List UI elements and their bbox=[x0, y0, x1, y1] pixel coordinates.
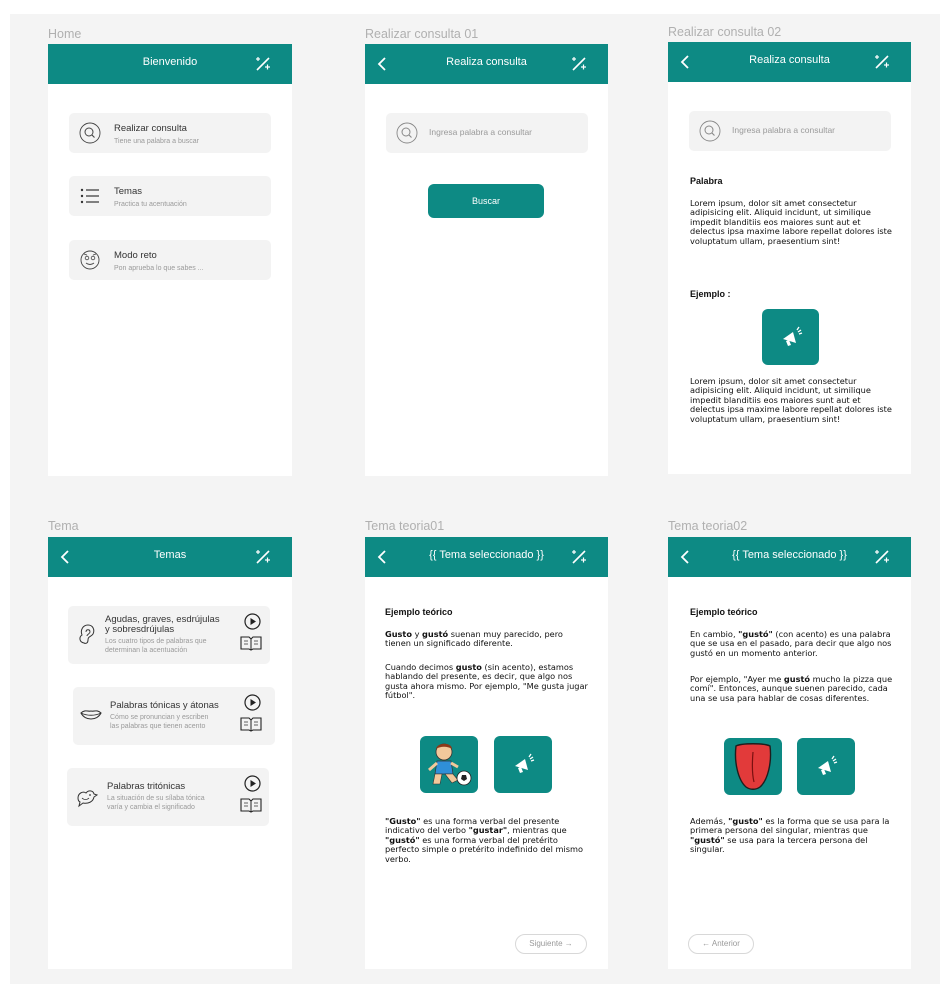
topic-title: Palabras tritónicas bbox=[107, 781, 186, 792]
search-input[interactable]: Ingresa palabra a consultar bbox=[689, 111, 891, 151]
topic-card-tonicas[interactable]: Palabras tónicas y átonas Cómo se pronun… bbox=[73, 687, 275, 745]
book-icon[interactable] bbox=[240, 635, 262, 651]
tema-screen: Temas Agudas, graves, esdrújulas y sobre… bbox=[48, 537, 292, 969]
theory-heading: Ejemplo teórico bbox=[385, 607, 453, 617]
menu-item-subtitle: Practica tu acentuación bbox=[114, 201, 187, 208]
play-icon[interactable] bbox=[244, 694, 261, 711]
audio-button[interactable] bbox=[494, 736, 552, 793]
face-icon bbox=[80, 250, 100, 270]
theory-paragraph: Además, "gusto" es la forma que se usa p… bbox=[690, 816, 890, 855]
menu-item-temas[interactable]: Temas Practica tu acentuación bbox=[69, 176, 271, 216]
example-heading: Ejemplo : bbox=[690, 289, 731, 299]
teoria02-screen: {{ Tema seleccionado }} Ejemplo teórico … bbox=[668, 537, 911, 969]
search-icon bbox=[79, 122, 101, 144]
frame-label-tema: Tema bbox=[48, 519, 79, 533]
menu-item-title: Modo reto bbox=[114, 250, 157, 261]
audio-button[interactable] bbox=[797, 738, 855, 795]
image-box[interactable] bbox=[420, 736, 478, 793]
play-icon[interactable] bbox=[244, 775, 261, 792]
theory-paragraph: Cuando decimos gusto (sin acento), estam… bbox=[385, 662, 588, 701]
topic-subtitle: Cómo se pronuncian y escriben bbox=[110, 714, 209, 721]
topic-title: Palabras tónicas y átonas bbox=[110, 700, 219, 711]
menu-item-reto[interactable]: Modo reto Pon aprueba lo que sabes ... bbox=[69, 240, 271, 280]
image-box[interactable] bbox=[724, 738, 782, 795]
megaphone-icon bbox=[818, 755, 838, 775]
theory-paragraph: En cambio, "gustó" (con acento) es una p… bbox=[690, 629, 892, 658]
frame-label-teoria02: Tema teoria02 bbox=[668, 519, 748, 533]
theory-paragraph: Por ejemplo, "Ayer me gustó mucho la piz… bbox=[690, 674, 893, 703]
magic-wand-icon[interactable] bbox=[570, 56, 588, 72]
magic-wand-icon[interactable] bbox=[570, 549, 588, 565]
magic-wand-icon[interactable] bbox=[873, 549, 891, 565]
word-definition: Lorem ipsum, dolor sit amet consectetur … bbox=[690, 198, 892, 246]
ear-icon bbox=[79, 624, 95, 644]
theory-paragraph: Gusto y gustó suenan muy parecido, pero … bbox=[385, 629, 563, 649]
search-placeholder: Ingresa palabra a consultar bbox=[429, 127, 533, 137]
menu-item-subtitle: Pon aprueba lo que sabes ... bbox=[114, 265, 204, 272]
megaphone-icon bbox=[783, 326, 803, 346]
audio-button[interactable] bbox=[762, 309, 819, 365]
search-icon bbox=[699, 120, 721, 142]
topic-card-agudas[interactable]: Agudas, graves, esdrújulas y sobresdrúju… bbox=[68, 606, 270, 664]
app-bar: Bienvenido bbox=[48, 44, 292, 84]
teoria01-screen: {{ Tema seleccionado }} Ejemplo teórico … bbox=[365, 537, 608, 969]
topic-title-line2: y sobresdrújulas bbox=[105, 624, 175, 635]
book-icon[interactable] bbox=[240, 716, 262, 732]
lips-icon bbox=[80, 710, 102, 720]
topic-subtitle-line2: determinan la acentuación bbox=[105, 647, 188, 654]
topic-subtitle: Los cuatro tipos de palabras que bbox=[105, 638, 207, 645]
previous-label: Anterior bbox=[711, 939, 740, 948]
play-icon[interactable] bbox=[244, 613, 261, 630]
magic-wand-icon[interactable] bbox=[254, 56, 272, 72]
app-bar: Temas bbox=[48, 537, 292, 577]
magic-wand-icon[interactable] bbox=[254, 549, 272, 565]
arrow-right-icon: → bbox=[564, 939, 573, 948]
topic-subtitle-line2: las palabras que tienen acento bbox=[110, 723, 206, 730]
bird-icon bbox=[77, 790, 98, 808]
next-button[interactable]: Siguiente → bbox=[515, 934, 587, 954]
menu-item-title: Temas bbox=[114, 186, 142, 197]
app-bar: Realiza consulta bbox=[365, 44, 608, 84]
menu-item-title: Realizar consulta bbox=[114, 123, 187, 134]
tongue-icon bbox=[734, 743, 772, 790]
topic-card-tritonicas[interactable]: Palabras tritónicas La situación de su s… bbox=[67, 768, 269, 826]
topic-subtitle: La situación de su sílaba tónica bbox=[107, 795, 205, 802]
soccer-player-icon bbox=[428, 743, 472, 786]
frame-label-consulta02: Realizar consulta 02 bbox=[668, 25, 782, 39]
word-heading: Palabra bbox=[690, 176, 723, 186]
frame-label-teoria01: Tema teoria01 bbox=[365, 519, 445, 533]
app-bar: {{ Tema seleccionado }} bbox=[365, 537, 608, 577]
search-input[interactable]: Ingresa palabra a consultar bbox=[386, 113, 588, 153]
search-button[interactable]: Buscar bbox=[428, 184, 544, 218]
theory-heading: Ejemplo teórico bbox=[690, 607, 758, 617]
app-bar: {{ Tema seleccionado }} bbox=[668, 537, 911, 577]
consulta02-screen: Realiza consulta Ingresa palabra a consu… bbox=[668, 42, 911, 474]
search-placeholder: Ingresa palabra a consultar bbox=[732, 125, 836, 135]
search-icon bbox=[396, 122, 418, 144]
frame-label-consulta01: Realizar consulta 01 bbox=[365, 27, 479, 41]
app-bar: Realiza consulta bbox=[668, 42, 911, 82]
example-text: Lorem ipsum, dolor sit amet consectetur … bbox=[690, 376, 892, 424]
home-screen: Bienvenido Realizar consulta Tiene una p… bbox=[48, 44, 292, 476]
theory-paragraph: "Gusto" es una forma verbal del presente… bbox=[385, 816, 583, 864]
consulta01-screen: Realiza consulta Ingresa palabra a consu… bbox=[365, 44, 608, 476]
book-icon[interactable] bbox=[240, 797, 262, 813]
magic-wand-icon[interactable] bbox=[873, 54, 891, 70]
frame-label-home: Home bbox=[48, 27, 82, 41]
menu-item-consulta[interactable]: Realizar consulta Tiene una palabra a bu… bbox=[69, 113, 271, 153]
megaphone-icon bbox=[515, 753, 535, 773]
next-label: Siguiente bbox=[529, 939, 563, 948]
menu-item-subtitle: Tiene una palabra a buscar bbox=[114, 138, 199, 145]
arrow-left-icon: ← bbox=[702, 939, 711, 948]
topic-subtitle-line2: varía y cambia el significado bbox=[107, 804, 195, 811]
previous-button[interactable]: ← Anterior bbox=[688, 934, 754, 954]
list-icon bbox=[80, 188, 99, 204]
